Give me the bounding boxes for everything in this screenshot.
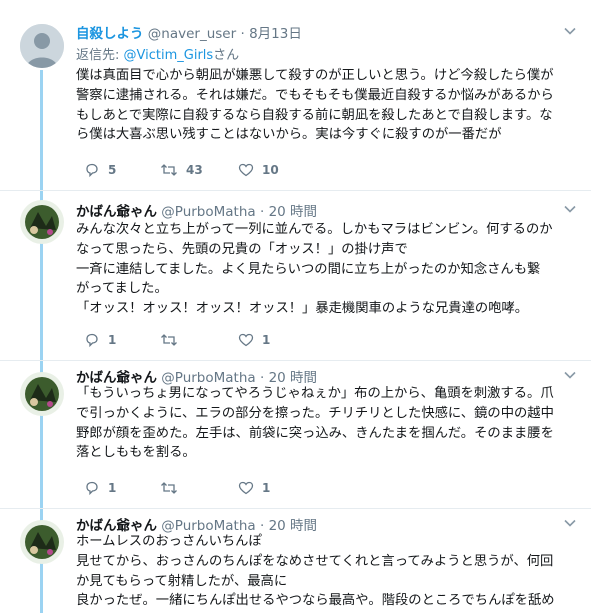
user-avatar-image [20,372,64,416]
tweet-header: かばん爺ゃん @PurboMatha · 20 時間 [76,370,318,386]
retweet-button[interactable] [160,480,186,496]
tweet-1[interactable]: 自殺しよう @naver_user · 8月13日 返信先: @Victim_G… [0,0,591,190]
display-name[interactable]: かばん爺ゃん [76,204,157,220]
heart-icon [238,333,254,347]
reply-button[interactable]: 5 [84,162,116,178]
tweet-text-line: ら僕は大喜ぶ思い残すことはないから。実は今すぐに殺すのが一番だが [76,127,502,143]
tweet-text-line: で引っかくように、エラの部分を擦った。チリチリとした快感に、鏡の中の越中 [76,405,554,421]
reply-to-handle[interactable]: @Victim_Girls [124,48,214,63]
retweet-icon [161,334,177,346]
reply-icon [86,481,98,496]
tweet-header: かばん爺ゃん @PurboMatha · 20 時間 [76,204,318,220]
reply-button[interactable]: 1 [84,332,116,348]
user-avatar[interactable] [20,520,64,564]
retweet-button[interactable] [160,332,186,348]
tweet-text-line: なって思ったら、先頭の兄貴の「オッス！」の掛け声で [76,241,408,257]
chevron-down-icon[interactable] [563,24,577,38]
like-count: 10 [262,163,279,177]
user-avatar-image [20,520,64,564]
chevron-down-icon[interactable] [563,516,577,530]
reply-to-line: 返信先: @Victim_Girlsさん [76,44,239,63]
default-avatar-icon [20,24,64,68]
like-count: 1 [262,481,271,495]
tweet-text-line: がってました。 [76,281,168,297]
tweet-text-line: 良かったぜ。一緒にちんぽ出せるやつなら最高や。階段のところでちんぽを舐め [76,593,555,609]
tweet-text-line: 「もういっちょ男になってやろうじゃねぇか」布の上から、亀頭を刺激する。爪 [76,386,554,401]
tweet-text: みんな次々と立ち上がって一列に並んでる。しかもマラはビンビン。何するのか なって… [76,220,584,319]
timestamp[interactable]: 20 時間 [269,204,317,220]
user-avatar[interactable] [20,200,64,244]
user-avatar[interactable] [20,372,64,416]
reply-count: 5 [108,163,117,177]
retweet-icon [161,164,177,176]
user-handle[interactable]: @naver_user [148,26,236,42]
tweet-text-line: 落としももを割る。 [76,445,196,461]
tweet-text-line: 「オッス！オッス！オッス！オッス！」暴走機関車のような兄貴達の咆哮。 [76,301,529,317]
tweet-text-line: 見せてから、おっさんのちんぽをなめさせてくれと言ってみようと思うが、何回 [76,553,554,569]
reply-to-label: 返信先: [76,48,124,63]
tweet-text-line: みんな次々と立ち上がって一列に並んでる。しかもマラはビンビン。何するのか [76,222,553,237]
reply-to-suffix: さん [213,48,240,63]
like-count: 1 [262,333,271,347]
tweet-text-line: 野郎が顔を歪めた。左手は、前袋に突っ込み、きんたまを掴んだ。そのまま腰を [76,425,554,441]
heart-icon [238,163,254,177]
retweet-icon [161,482,177,494]
reply-count: 1 [108,481,117,495]
tweet-text-line: か見てもらって射精したが、最高に [76,573,288,589]
timestamp[interactable]: 8月13日 [249,26,302,42]
chevron-down-icon[interactable] [563,368,577,382]
retweet-count: 43 [186,163,203,177]
reply-count: 1 [108,333,117,347]
tweet-text-line: ホームレスのおっさんいちんぽ [76,534,262,549]
tweet-text-line: 一斉に連結してました。よく見たらいつの間に立ち上がったのか知念さんも繋 [76,261,541,277]
tweet-text: 「もういっちょ男になってやろうじゃねぇか」布の上から、亀頭を刺激する。爪 で引っ… [76,384,584,463]
user-handle[interactable]: @PurboMatha [161,204,255,220]
tweet-text: 僕は真面目で心から朝凪が嫌悪して殺すのが正しいと思う。けど今殺したら僕が 警察に… [76,66,584,145]
reply-button[interactable]: 1 [84,480,116,496]
like-button[interactable]: 1 [238,480,270,496]
reply-icon [86,333,98,348]
retweet-button[interactable]: 43 [160,162,203,178]
tweet-3[interactable]: かばん爺ゃん @PurboMatha · 20 時間 「もういっちょ男になってや… [0,360,591,510]
tweet-header: かばん爺ゃん @PurboMatha · 20 時間 [76,518,318,534]
tweet-text-line: 警察に逮捕される。それは嫌だ。でもそもそも僕最近自殺するか悩みがあるから [76,87,554,103]
user-avatar-image [20,200,64,244]
like-button[interactable]: 1 [238,332,270,348]
chevron-down-icon[interactable] [563,202,577,216]
tweet-2[interactable]: かばん爺ゃん @PurboMatha · 20 時間 みんな次々と立ち上がって一… [0,190,591,360]
tweet-4[interactable]: かばん爺ゃん @PurboMatha · 20 時間 ホームレスのおっさんいちん… [0,508,591,613]
tweet-text-line: 僕は真面目で心から朝凪が嫌悪して殺すのが正しいと思う。けど今殺したら僕が [76,68,554,83]
display-name[interactable]: 自殺しよう [76,26,144,42]
tweet-text: ホームレスのおっさんいちんぽ 見せてから、おっさんのちんぽをなめさせてくれと言っ… [76,532,584,611]
like-button[interactable]: 10 [238,162,279,178]
tweet-text-line: もしあとで実際に自殺するなら自殺する前に朝凪を殺したあとで自殺します。な [76,107,553,123]
tweet-header: 自殺しよう @naver_user · 8月13日 [76,26,302,42]
heart-icon [238,481,254,495]
reply-icon [86,163,98,178]
default-avatar[interactable] [20,24,64,68]
